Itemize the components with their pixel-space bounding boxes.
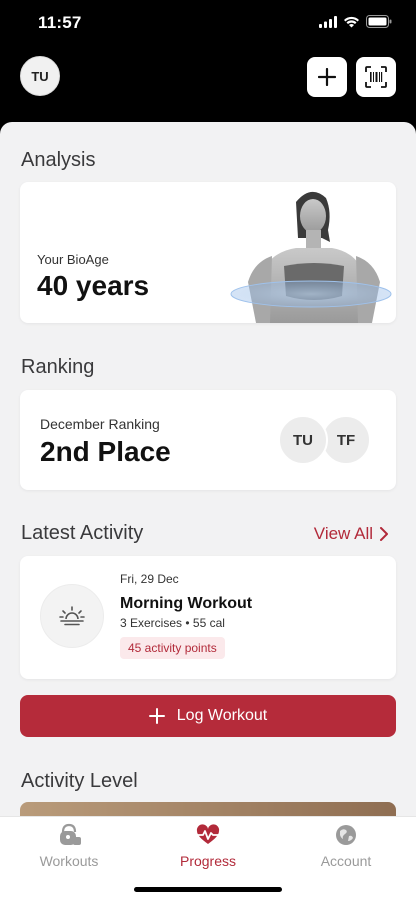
plus-icon	[318, 68, 336, 86]
plus-icon	[148, 708, 165, 724]
status-bar: 11:57	[0, 0, 416, 46]
activity-name: Morning Workout	[120, 595, 253, 612]
tab-account[interactable]: Account	[286, 823, 406, 869]
sunrise-icon	[59, 606, 85, 626]
latest-activity-title: Latest Activity	[21, 522, 144, 544]
bioage-card[interactable]: Your BioAge 40 years	[20, 182, 396, 323]
view-all-label: View All	[313, 524, 373, 543]
top-bar: TU	[0, 46, 416, 122]
status-time: 11:57	[38, 13, 82, 32]
ranking-title: Ranking	[21, 356, 95, 378]
log-workout-label: Log Workout	[176, 707, 268, 724]
activity-meta: 3 Exercises • 55 cal	[120, 616, 225, 630]
ranking-card[interactable]: December Ranking 2nd Place TU TF	[20, 390, 396, 490]
cellular-signal-icon	[319, 15, 337, 28]
tab-workouts[interactable]: Workouts	[9, 823, 129, 869]
activity-points-badge: 45 activity points	[120, 637, 225, 659]
activity-icon-wrap	[40, 584, 104, 648]
chevron-right-icon	[380, 527, 388, 541]
heartbeat-icon	[196, 824, 220, 844]
athlete-figure-image	[230, 191, 392, 323]
status-icons	[319, 15, 392, 28]
barcode-scan-icon	[365, 66, 387, 88]
bioage-label: Your BioAge	[37, 252, 109, 267]
kettlebell-icon	[60, 823, 81, 845]
home-indicator	[134, 887, 282, 892]
tab-workouts-label: Workouts	[39, 853, 99, 869]
activity-level-title: Activity Level	[21, 770, 138, 792]
ranking-avatar: TF	[321, 415, 371, 465]
log-workout-button[interactable]: Log Workout	[20, 695, 396, 737]
activity-date: Fri, 29 Dec	[120, 572, 179, 586]
scan-button[interactable]	[356, 57, 396, 97]
battery-icon	[366, 15, 392, 28]
add-button[interactable]	[307, 57, 347, 97]
tab-bar: Workouts Progress Account	[0, 816, 416, 900]
ranking-avatar: TU	[278, 415, 328, 465]
tab-account-label: Account	[320, 853, 372, 869]
activity-card[interactable]: Fri, 29 Dec Morning Workout 3 Exercises …	[20, 556, 396, 679]
view-all-link[interactable]: View All	[314, 524, 388, 544]
globe-icon	[336, 825, 356, 845]
content-sheet: Analysis Your BioAge 40 years Ranking De…	[0, 122, 416, 900]
tab-progress[interactable]: Progress	[148, 823, 268, 869]
analysis-title: Analysis	[21, 149, 96, 171]
tab-progress-label: Progress	[179, 853, 237, 869]
ranking-value: 2nd Place	[40, 436, 171, 467]
avatar[interactable]: TU	[20, 56, 60, 96]
ranking-label: December Ranking	[40, 416, 160, 432]
wifi-icon	[344, 16, 359, 27]
bioage-value: 40 years	[37, 270, 150, 301]
